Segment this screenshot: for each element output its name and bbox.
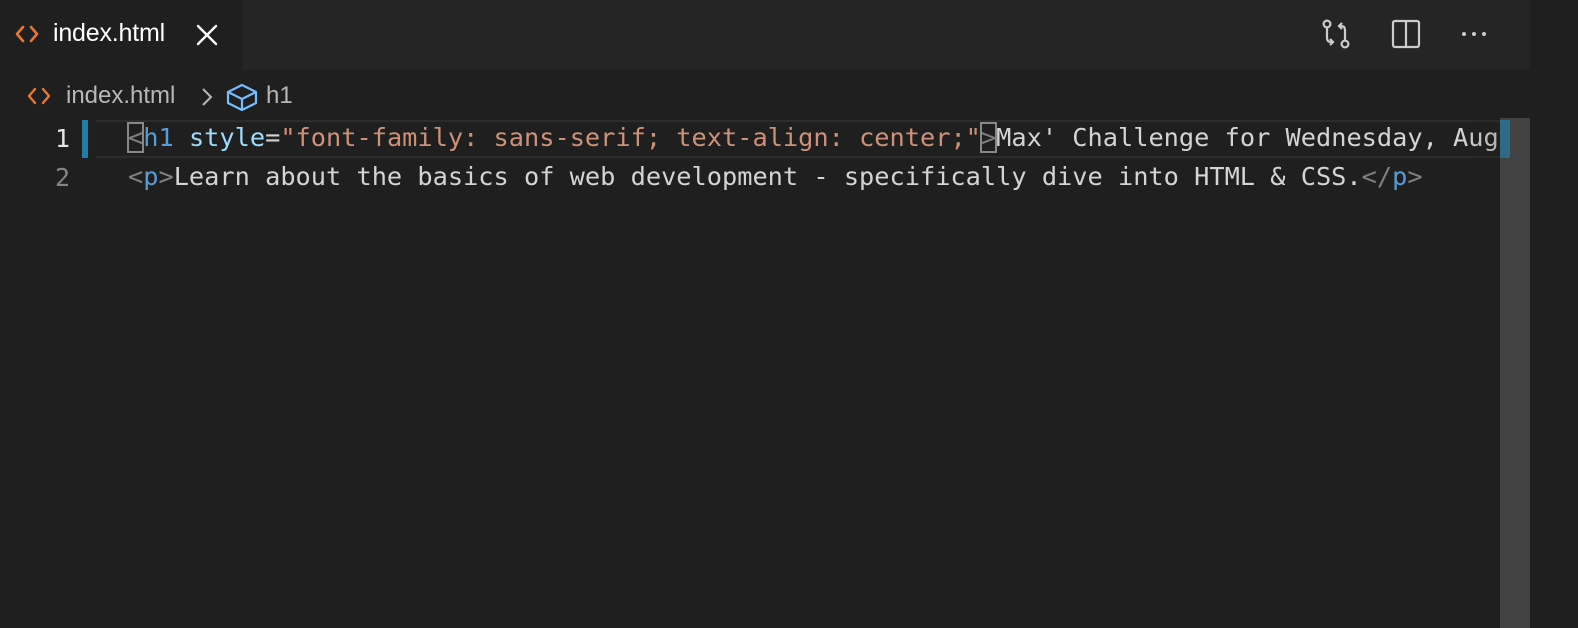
code-token: style [188, 123, 266, 152]
html-code-icon [15, 25, 39, 43]
breadcrumb: index.html h1 [0, 72, 1530, 118]
close-icon[interactable] [194, 22, 220, 48]
code-token: < [126, 122, 145, 153]
modified-line-marker [82, 120, 88, 158]
code-token: > [1407, 162, 1423, 191]
code-token: Max' Challenge for Wednesday, Aug [996, 123, 1499, 152]
tab-label: index.html [53, 19, 165, 47]
code-token: p [143, 162, 159, 191]
breadcrumb-symbol[interactable]: h1 [266, 82, 293, 110]
overflow-fade [1460, 118, 1500, 198]
code-line[interactable]: <h1 style="font-family: sans-serif; text… [126, 122, 1499, 153]
html-code-icon [27, 87, 51, 105]
code-token: h1 [143, 123, 174, 152]
chevron-right-icon [202, 88, 213, 106]
code-token: = [265, 123, 281, 152]
symbol-box-icon [226, 83, 258, 112]
tab-bar: index.html [0, 0, 1530, 70]
line-number: 2 [54, 163, 70, 192]
line-number: 1 [54, 124, 70, 153]
git-compare-icon[interactable] [1318, 16, 1354, 52]
breadcrumb-file[interactable]: index.html [66, 82, 175, 110]
split-editor-icon[interactable] [1388, 16, 1424, 52]
code-token: </ [1361, 162, 1393, 191]
code-token: p [1392, 162, 1408, 191]
code-token: < [128, 162, 144, 191]
code-token: Learn about the basics of web developmen… [173, 162, 1362, 191]
window-edge [1530, 0, 1578, 628]
code-line[interactable]: <p>Learn about the basics of web develop… [128, 162, 1423, 191]
vertical-scrollbar[interactable] [1500, 118, 1530, 628]
more-actions-icon[interactable] [1456, 16, 1492, 52]
scrollbar-cursor-marker [1500, 120, 1510, 158]
code-token: > [158, 162, 174, 191]
code-token: > [979, 122, 998, 153]
code-token: "font-family: sans-serif; text-align: ce… [280, 123, 981, 152]
editor-window: index.html index.html h1 1 2 <h1 style="… [0, 0, 1578, 628]
code-editor[interactable]: 1 2 <h1 style="font-family: sans-serif; … [0, 118, 1530, 628]
tab-index-html[interactable]: index.html [0, 0, 242, 70]
